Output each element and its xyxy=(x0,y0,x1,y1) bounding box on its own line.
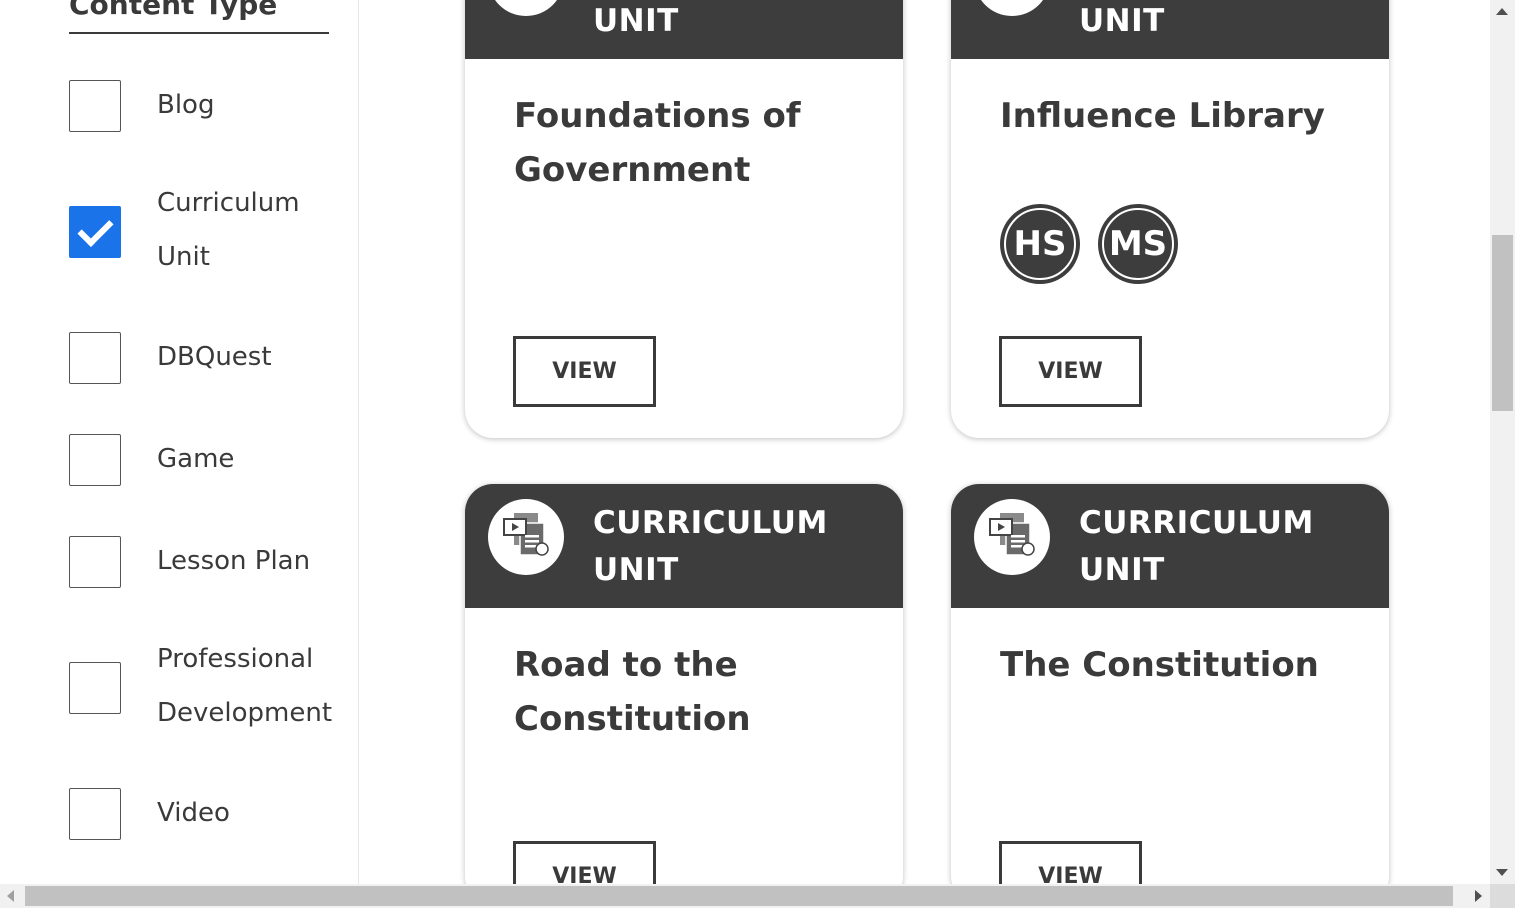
scroll-right-arrow-icon[interactable] xyxy=(1475,890,1482,902)
grade-badge-hs: HS xyxy=(1000,204,1080,284)
checkbox-professional-development[interactable] xyxy=(69,662,121,714)
checkbox-blog[interactable] xyxy=(69,80,121,132)
view-button[interactable]: VIEW xyxy=(513,336,656,407)
filter-label-dbquest[interactable]: DBQuest xyxy=(157,330,347,384)
vertical-scroll-thumb[interactable] xyxy=(1492,235,1513,411)
checkbox-game[interactable] xyxy=(69,434,121,486)
scroll-left-arrow-icon[interactable] xyxy=(7,890,14,902)
content-card: UNIT Foundations of Government VIEW xyxy=(465,0,903,438)
horizontal-scroll-thumb[interactable] xyxy=(25,886,1453,906)
card-header: UNIT xyxy=(465,0,903,59)
card-header: UNIT xyxy=(951,0,1389,59)
card-title[interactable]: Road to the Constitution xyxy=(514,638,874,746)
card-type-label: CURRICULUM UNIT xyxy=(1079,505,1314,588)
filter-label-blog[interactable]: Blog xyxy=(157,78,347,132)
curriculum-unit-icon xyxy=(974,0,1050,16)
vertical-scrollbar[interactable] xyxy=(1490,0,1515,884)
grade-badge-ms: MS xyxy=(1098,204,1178,284)
scroll-up-arrow-icon[interactable] xyxy=(1496,8,1508,15)
card-header: CURRICULUM UNIT xyxy=(951,484,1389,608)
content-card: CURRICULUM UNIT The Constitution VIEW xyxy=(951,484,1389,904)
curriculum-unit-icon xyxy=(488,499,564,575)
card-title[interactable]: Foundations of Government xyxy=(514,89,874,197)
card-header: CURRICULUM UNIT xyxy=(465,484,903,608)
curriculum-unit-icon xyxy=(488,0,564,16)
filter-label-game[interactable]: Game xyxy=(157,432,347,486)
checkbox-video[interactable] xyxy=(69,788,121,840)
horizontal-scrollbar[interactable] xyxy=(0,884,1490,908)
card-title[interactable]: The Constitution xyxy=(1000,638,1360,692)
view-button[interactable]: VIEW xyxy=(999,336,1142,407)
filter-label-professional-development[interactable]: Professional Development xyxy=(157,632,347,740)
filter-sidebar: Content Type Blog Curriculum Unit DBQues… xyxy=(0,0,359,884)
content-card: CURRICULUM UNIT Road to the Constitution… xyxy=(465,484,903,904)
card-title[interactable]: Influence Library xyxy=(1000,89,1360,143)
filter-label-video[interactable]: Video xyxy=(157,786,347,840)
scroll-down-arrow-icon[interactable] xyxy=(1496,869,1508,876)
checkbox-curriculum-unit[interactable] xyxy=(69,206,121,258)
checkbox-dbquest[interactable] xyxy=(69,332,121,384)
filter-heading: Content Type xyxy=(69,0,329,34)
card-type-label: CURRICULUM UNIT xyxy=(593,505,828,588)
scrollbar-corner xyxy=(1490,884,1515,908)
content-card: UNIT Influence Library HS MS VIEW xyxy=(951,0,1389,438)
filter-label-curriculum-unit[interactable]: Curriculum Unit xyxy=(157,176,347,284)
card-type-label: UNIT xyxy=(1079,3,1165,39)
card-type-label: UNIT xyxy=(593,3,679,39)
curriculum-unit-icon xyxy=(974,499,1050,575)
filter-label-lesson-plan[interactable]: Lesson Plan xyxy=(157,534,347,588)
grade-badges: HS MS xyxy=(1000,204,1196,284)
checkbox-lesson-plan[interactable] xyxy=(69,536,121,588)
